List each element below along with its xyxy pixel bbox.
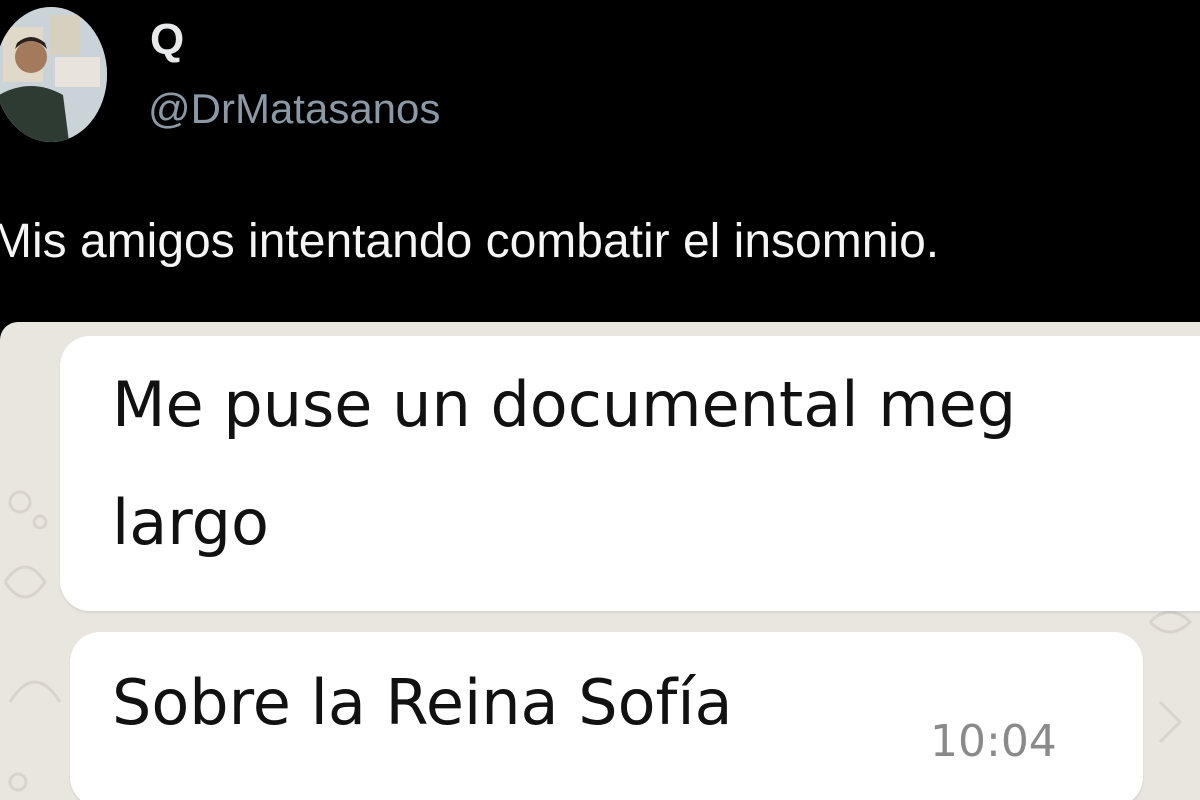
avatar[interactable]	[0, 7, 107, 142]
display-name[interactable]: Q	[150, 18, 184, 62]
chat-message-bubble: Sobre la Reina Sofía 10:04	[70, 632, 1143, 800]
tweet-text: Mis amigos intentando combatir el insomn…	[0, 215, 940, 268]
message-timestamp: 10:04	[930, 716, 1057, 767]
profile-photo-icon	[0, 7, 107, 142]
chat-screenshot: Me puse un documental meg largo Sobre la…	[0, 322, 1200, 800]
chat-message-text: Me puse un documental meg largo	[112, 368, 1017, 559]
chat-message-text: Sobre la Reina Sofía	[112, 666, 733, 739]
user-handle[interactable]: @DrMatasanos	[148, 88, 440, 130]
chat-message-bubble: Me puse un documental meg largo	[60, 336, 1200, 611]
